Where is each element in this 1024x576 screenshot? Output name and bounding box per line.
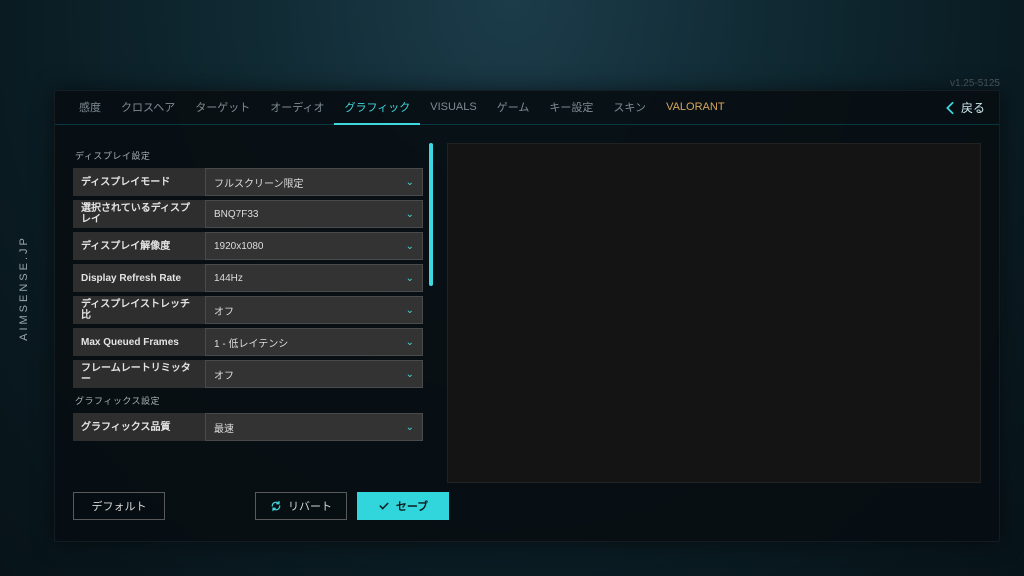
row-resolution: ディスプレイ解像度 1920x1080 ⌄ xyxy=(73,232,423,260)
check-icon xyxy=(378,500,390,512)
select-fps-limiter[interactable]: オフ ⌄ xyxy=(205,360,423,388)
chevron-down-icon: ⌄ xyxy=(406,273,414,284)
tab-crosshair[interactable]: クロスヘア xyxy=(111,91,185,125)
row-stretch: ディスプレイストレッチ比 オフ ⌄ xyxy=(73,296,423,324)
tab-target[interactable]: ターゲット xyxy=(185,91,260,125)
chevron-down-icon: ⌄ xyxy=(406,209,414,220)
row-selected-display: 選択されているディスプレイ BNQ7F33 ⌄ xyxy=(73,200,423,228)
revert-button-label: リバート xyxy=(288,498,332,514)
row-fps-limiter: フレームレートリミッター オフ ⌄ xyxy=(73,360,423,388)
refresh-icon xyxy=(270,500,282,512)
watermark-vertical: AIMSENSE.JP xyxy=(18,235,30,341)
default-button[interactable]: デフォルト xyxy=(73,492,165,520)
value-gfx-quality: 最速 xyxy=(214,420,234,435)
tab-audio[interactable]: オーディオ xyxy=(260,91,334,125)
settings-list: ディスプレイ設定 ディスプレイモード フルスクリーン限定 ⌄ 選択されているディ… xyxy=(73,143,433,483)
row-display-mode: ディスプレイモード フルスクリーン限定 ⌄ xyxy=(73,168,423,196)
chevron-down-icon: ⌄ xyxy=(406,177,414,188)
settings-panel: 感度 クロスヘア ターゲット オーディオ グラフィック VISUALS ゲーム … xyxy=(54,90,1000,542)
section-display: ディスプレイ設定 xyxy=(75,149,423,162)
value-resolution: 1920x1080 xyxy=(214,241,264,252)
select-selected-display[interactable]: BNQ7F33 ⌄ xyxy=(205,200,423,228)
label-gfx-quality: グラフィックス品質 xyxy=(73,422,205,433)
select-max-queued[interactable]: 1 - 低レイテンシ ⌄ xyxy=(205,328,423,356)
value-selected-display: BNQ7F33 xyxy=(214,209,258,220)
save-button[interactable]: セーブ xyxy=(357,492,449,520)
value-stretch: オフ xyxy=(214,303,234,318)
chevron-down-icon: ⌄ xyxy=(406,305,414,316)
version-label: v1.25-5125 xyxy=(950,78,1000,89)
label-max-queued: Max Queued Frames xyxy=(73,337,205,348)
select-stretch[interactable]: オフ ⌄ xyxy=(205,296,423,324)
value-refresh-rate: 144Hz xyxy=(214,273,243,284)
revert-button[interactable]: リバート xyxy=(255,492,347,520)
row-gfx-quality: グラフィックス品質 最速 ⌄ xyxy=(73,413,423,441)
label-display-mode: ディスプレイモード xyxy=(73,177,205,188)
chevron-down-icon: ⌄ xyxy=(406,241,414,252)
tab-valorant[interactable]: VALORANT xyxy=(656,91,734,125)
tab-skin[interactable]: スキン xyxy=(603,91,656,125)
label-resolution: ディスプレイ解像度 xyxy=(73,241,205,252)
back-label: 戻る xyxy=(961,99,985,116)
preview-pane xyxy=(447,143,981,483)
scrollbar-thumb[interactable] xyxy=(429,143,433,286)
row-max-queued: Max Queued Frames 1 - 低レイテンシ ⌄ xyxy=(73,328,423,356)
chevron-down-icon: ⌄ xyxy=(406,337,414,348)
label-fps-limiter: フレームレートリミッター xyxy=(73,363,205,385)
footer-actions: デフォルト リバート セーブ xyxy=(55,483,999,541)
chevron-down-icon: ⌄ xyxy=(406,422,414,433)
value-max-queued: 1 - 低レイテンシ xyxy=(214,335,288,350)
tab-visuals[interactable]: VISUALS xyxy=(420,91,486,125)
select-gfx-quality[interactable]: 最速 ⌄ xyxy=(205,413,423,441)
back-button[interactable]: 戻る xyxy=(945,99,985,116)
label-selected-display: 選択されているディスプレイ xyxy=(73,203,205,225)
value-display-mode: フルスクリーン限定 xyxy=(214,175,304,190)
tab-bar: 感度 クロスヘア ターゲット オーディオ グラフィック VISUALS ゲーム … xyxy=(55,91,999,125)
row-refresh-rate: Display Refresh Rate 144Hz ⌄ xyxy=(73,264,423,292)
save-button-label: セーブ xyxy=(396,498,428,514)
chevron-left-icon xyxy=(945,101,955,115)
label-refresh-rate: Display Refresh Rate xyxy=(73,273,205,284)
default-button-label: デフォルト xyxy=(92,498,147,514)
select-refresh-rate[interactable]: 144Hz ⌄ xyxy=(205,264,423,292)
chevron-down-icon: ⌄ xyxy=(406,369,414,380)
select-resolution[interactable]: 1920x1080 ⌄ xyxy=(205,232,423,260)
select-display-mode[interactable]: フルスクリーン限定 ⌄ xyxy=(205,168,423,196)
value-fps-limiter: オフ xyxy=(214,367,234,382)
tab-keybind[interactable]: キー設定 xyxy=(539,91,603,125)
tab-sensitivity[interactable]: 感度 xyxy=(69,91,111,125)
scrollbar[interactable] xyxy=(429,143,433,483)
tab-game[interactable]: ゲーム xyxy=(487,91,540,125)
section-graphics: グラフィックス設定 xyxy=(75,394,423,407)
tab-graphics[interactable]: グラフィック xyxy=(334,91,420,125)
label-stretch: ディスプレイストレッチ比 xyxy=(73,299,205,321)
